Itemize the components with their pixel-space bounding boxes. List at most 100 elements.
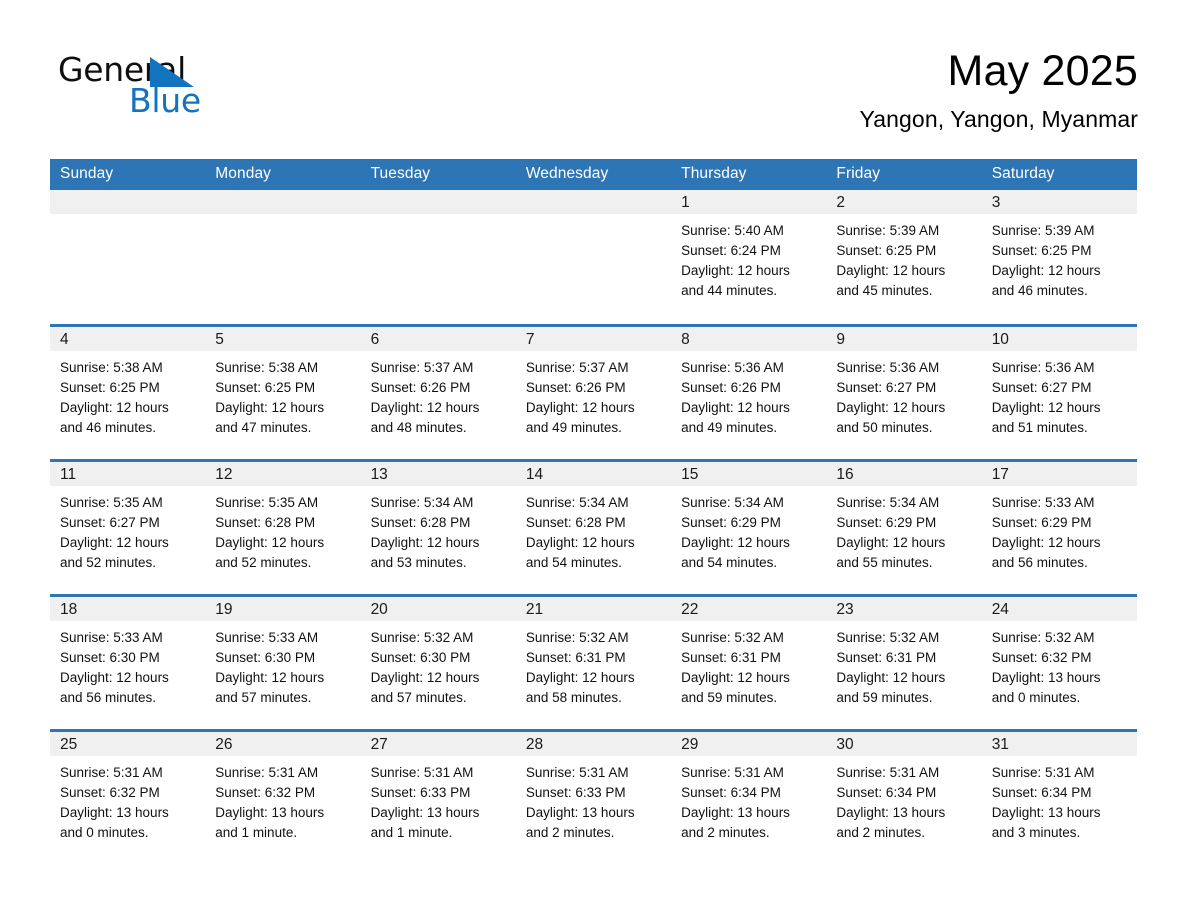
calendar-day-cell[interactable]: 23 Sunrise: 5:32 AM Sunset: 6:31 PM Dayligh… xyxy=(826,595,982,730)
day-detail-sunset: Sunset: 6:28 PM xyxy=(215,514,316,530)
calendar-day-cell[interactable]: 29 Sunrise: 5:31 AM Sunset: 6:34 PM Dayligh… xyxy=(671,730,827,865)
day-number: 2 xyxy=(826,190,982,214)
general-blue-logo[interactable]: General Blue xyxy=(58,52,258,124)
day-detail-sunrise: Sunrise: 5:37 AM xyxy=(370,359,474,375)
day-detail-daylight-line1: Daylight: 12 hours xyxy=(525,399,635,415)
calendar-header-row: Sunday Monday Tuesday Wednesday Thursday… xyxy=(50,159,1137,190)
calendar-week-row: 4 Sunrise: 5:38 AM Sunset: 6:25 PM Daylight… xyxy=(50,325,1137,460)
day-detail-daylight-line1: Daylight: 12 hours xyxy=(991,399,1101,415)
day-detail-daylight-line1: Daylight: 13 hours xyxy=(836,804,946,820)
day-details: Sunrise: 5:36 AM Sunset: 6:26 PM Daylight:… xyxy=(671,351,826,438)
day-number: 9 xyxy=(826,326,982,351)
weekday-header-monday: Monday xyxy=(205,159,361,190)
day-detail-daylight-line1: Daylight: 12 hours xyxy=(215,534,325,550)
day-number: 30 xyxy=(826,731,982,756)
calendar-body: 1 Sunrise: 5:40 AM Sunset: 6:24 PM Daylight… xyxy=(50,190,1137,865)
day-detail-sunset: Sunset: 6:29 PM xyxy=(991,514,1092,530)
day-details: Sunrise: 5:35 AM Sunset: 6:27 PM Daylight:… xyxy=(50,486,205,573)
day-detail-daylight-line1: Daylight: 13 hours xyxy=(525,804,635,820)
calendar-day-cell[interactable]: 7 Sunrise: 5:37 AM Sunset: 6:26 PM Daylight… xyxy=(515,325,672,460)
day-number: 6 xyxy=(360,326,516,351)
calendar-day-cell[interactable]: 27 Sunrise: 5:31 AM Sunset: 6:33 PM Dayligh… xyxy=(360,730,516,865)
day-details: Sunrise: 5:33 AM Sunset: 6:29 PM Daylight:… xyxy=(982,486,1137,573)
calendar-day-cell[interactable]: 6 Sunrise: 5:37 AM Sunset: 6:26 PM Daylight… xyxy=(360,325,516,460)
day-detail-sunrise: Sunrise: 5:34 AM xyxy=(836,494,940,510)
day-detail-sunrise: Sunrise: 5:31 AM xyxy=(991,764,1095,780)
day-number: 24 xyxy=(981,596,1137,621)
day-detail-sunset: Sunset: 6:28 PM xyxy=(370,514,471,530)
calendar-day-cell[interactable]: 30 Sunrise: 5:31 AM Sunset: 6:34 PM Dayligh… xyxy=(826,730,982,865)
day-detail-sunset: Sunset: 6:27 PM xyxy=(991,379,1092,395)
day-detail-sunrise: Sunrise: 5:40 AM xyxy=(681,223,784,238)
day-detail-sunrise: Sunrise: 5:31 AM xyxy=(836,764,940,780)
calendar-day-cell[interactable]: 15 Sunrise: 5:34 AM Sunset: 6:29 PM Dayligh… xyxy=(671,460,827,595)
logo-text-blue: Blue xyxy=(129,81,201,120)
day-details: Sunrise: 5:35 AM Sunset: 6:28 PM Daylight:… xyxy=(205,486,360,573)
day-details: Sunrise: 5:39 AM Sunset: 6:25 PM Daylight:… xyxy=(982,214,1137,301)
day-details: Sunrise: 5:32 AM Sunset: 6:31 PM Daylight:… xyxy=(516,621,671,708)
calendar-day-cell[interactable]: 5 Sunrise: 5:38 AM Sunset: 6:25 PM Daylight… xyxy=(205,325,361,460)
day-number: 5 xyxy=(205,326,361,351)
day-number: 20 xyxy=(360,596,516,621)
calendar-day-cell[interactable]: 8 Sunrise: 5:36 AM Sunset: 6:26 PM Daylight… xyxy=(671,325,827,460)
day-detail-daylight-line1: Daylight: 12 hours xyxy=(836,399,946,415)
day-detail-sunset: Sunset: 6:32 PM xyxy=(991,649,1092,665)
calendar-week-row: 11 Sunrise: 5:35 AM Sunset: 6:27 PM Dayligh… xyxy=(50,460,1137,595)
day-number: 3 xyxy=(981,190,1137,214)
calendar-day-cell[interactable]: 28 Sunrise: 5:31 AM Sunset: 6:33 PM Dayligh… xyxy=(515,730,672,865)
day-detail-daylight-line2: and 58 minutes. xyxy=(525,689,622,705)
calendar-day-cell-empty xyxy=(515,190,672,325)
calendar-day-cell[interactable]: 13 Sunrise: 5:34 AM Sunset: 6:28 PM Dayligh… xyxy=(360,460,516,595)
day-details: Sunrise: 5:31 AM Sunset: 6:32 PM Daylight:… xyxy=(205,756,360,843)
calendar-day-cell[interactable]: 31 Sunrise: 5:31 AM Sunset: 6:34 PM Dayligh… xyxy=(981,730,1137,865)
day-number: 15 xyxy=(671,461,827,486)
calendar-day-cell[interactable]: 26 Sunrise: 5:31 AM Sunset: 6:32 PM Dayligh… xyxy=(205,730,361,865)
day-detail-daylight-line1: Daylight: 12 hours xyxy=(836,534,946,550)
day-detail-daylight-line2: and 1 minute. xyxy=(215,824,298,840)
day-detail-sunrise: Sunrise: 5:31 AM xyxy=(370,764,474,780)
day-detail-daylight-line1: Daylight: 13 hours xyxy=(681,804,790,820)
day-details: Sunrise: 5:33 AM Sunset: 6:30 PM Daylight:… xyxy=(50,621,205,708)
day-details: Sunrise: 5:34 AM Sunset: 6:28 PM Daylight:… xyxy=(516,486,671,573)
day-detail-sunset: Sunset: 6:34 PM xyxy=(681,784,781,800)
calendar-day-cell[interactable]: 10 Sunrise: 5:36 AM Sunset: 6:27 PM Dayligh… xyxy=(981,325,1137,460)
calendar-day-cell[interactable]: 11 Sunrise: 5:35 AM Sunset: 6:27 PM Dayligh… xyxy=(50,460,206,595)
day-detail-daylight-line2: and 52 minutes. xyxy=(60,554,157,570)
calendar-day-cell[interactable]: 1 Sunrise: 5:40 AM Sunset: 6:24 PM Daylight… xyxy=(671,190,827,325)
calendar-day-cell-empty xyxy=(360,190,516,325)
calendar-day-cell[interactable]: 9 Sunrise: 5:36 AM Sunset: 6:27 PM Daylight… xyxy=(826,325,982,460)
calendar-day-cell[interactable]: 21 Sunrise: 5:32 AM Sunset: 6:31 PM Dayligh… xyxy=(515,595,672,730)
day-detail-daylight-line1: Daylight: 12 hours xyxy=(681,263,790,278)
day-number: 13 xyxy=(360,461,516,486)
calendar-day-cell[interactable]: 14 Sunrise: 5:34 AM Sunset: 6:28 PM Dayligh… xyxy=(515,460,672,595)
calendar-day-cell[interactable]: 20 Sunrise: 5:32 AM Sunset: 6:30 PM Dayligh… xyxy=(360,595,516,730)
day-detail-daylight-line1: Daylight: 12 hours xyxy=(681,399,790,415)
day-detail-sunrise: Sunrise: 5:31 AM xyxy=(681,764,784,780)
calendar-day-cell-empty xyxy=(50,190,206,325)
calendar-day-cell[interactable]: 2 Sunrise: 5:39 AM Sunset: 6:25 PM Daylight… xyxy=(826,190,982,325)
calendar-day-cell[interactable]: 17 Sunrise: 5:33 AM Sunset: 6:29 PM Dayligh… xyxy=(981,460,1137,595)
calendar-day-cell[interactable]: 22 Sunrise: 5:32 AM Sunset: 6:31 PM Dayligh… xyxy=(671,595,827,730)
day-detail-daylight-line2: and 49 minutes. xyxy=(525,419,622,435)
day-detail-sunrise: Sunrise: 5:37 AM xyxy=(525,359,629,375)
day-detail-daylight-line1: Daylight: 13 hours xyxy=(370,804,480,820)
calendar-day-cell[interactable]: 3 Sunrise: 5:39 AM Sunset: 6:25 PM Daylight… xyxy=(981,190,1137,325)
calendar-day-cell[interactable]: 4 Sunrise: 5:38 AM Sunset: 6:25 PM Daylight… xyxy=(50,325,206,460)
day-number: 7 xyxy=(515,326,672,351)
calendar-day-cell[interactable]: 24 Sunrise: 5:32 AM Sunset: 6:32 PM Dayligh… xyxy=(981,595,1137,730)
day-details: Sunrise: 5:32 AM Sunset: 6:31 PM Daylight:… xyxy=(826,621,981,708)
calendar-day-cell[interactable]: 25 Sunrise: 5:31 AM Sunset: 6:32 PM Dayligh… xyxy=(50,730,206,865)
day-number xyxy=(205,190,361,214)
day-details: Sunrise: 5:33 AM Sunset: 6:30 PM Daylight:… xyxy=(205,621,360,708)
calendar-day-cell[interactable]: 12 Sunrise: 5:35 AM Sunset: 6:28 PM Dayligh… xyxy=(205,460,361,595)
weekday-header-friday: Friday xyxy=(826,159,982,190)
day-detail-daylight-line1: Daylight: 12 hours xyxy=(836,669,946,685)
calendar-day-cell[interactable]: 16 Sunrise: 5:34 AM Sunset: 6:29 PM Dayligh… xyxy=(826,460,982,595)
day-detail-sunset: Sunset: 6:31 PM xyxy=(681,649,781,665)
day-detail-sunrise: Sunrise: 5:39 AM xyxy=(991,223,1095,238)
day-detail-daylight-line2: and 46 minutes. xyxy=(991,283,1088,298)
day-detail-sunset: Sunset: 6:30 PM xyxy=(215,649,316,665)
day-number: 18 xyxy=(50,596,206,621)
calendar-day-cell[interactable]: 19 Sunrise: 5:33 AM Sunset: 6:30 PM Dayligh… xyxy=(205,595,361,730)
calendar-day-cell[interactable]: 18 Sunrise: 5:33 AM Sunset: 6:30 PM Dayligh… xyxy=(50,595,206,730)
